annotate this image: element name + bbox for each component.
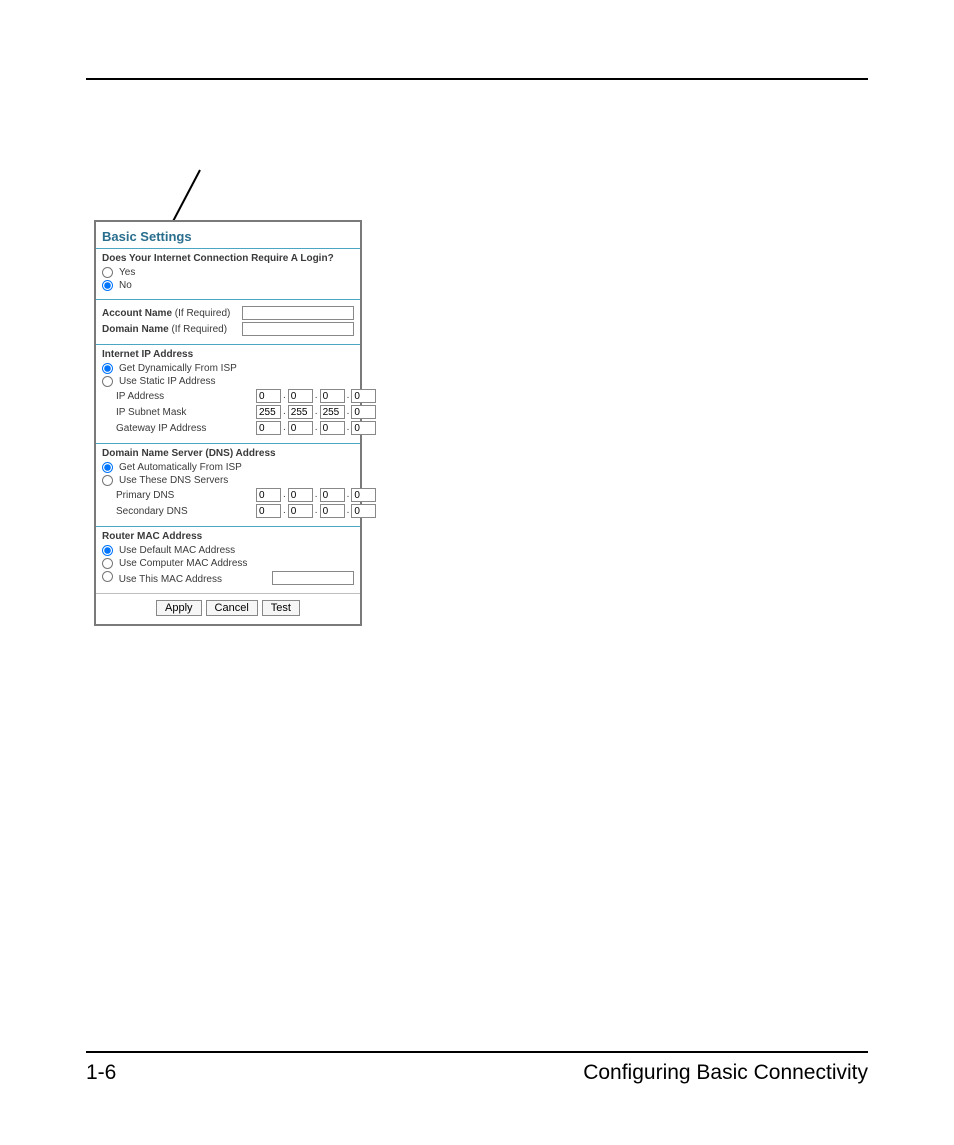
mac-manual-label: Use This MAC Address bbox=[119, 574, 222, 585]
mac-computer-label: Use Computer MAC Address bbox=[119, 558, 247, 569]
primary-dns-o1[interactable] bbox=[256, 488, 281, 502]
gateway-o1[interactable] bbox=[256, 421, 281, 435]
gateway-o2[interactable] bbox=[288, 421, 313, 435]
ip-subnet-label: IP Subnet Mask bbox=[102, 407, 256, 418]
dns-manual-radio[interactable] bbox=[102, 475, 113, 486]
gateway-o3[interactable] bbox=[320, 421, 345, 435]
ip-static-radio[interactable] bbox=[102, 376, 113, 387]
account-section: Account Name (If Required) Domain Name (… bbox=[96, 299, 360, 344]
domain-name-input[interactable] bbox=[242, 322, 354, 336]
button-row: Apply Cancel Test bbox=[96, 593, 360, 624]
test-button[interactable]: Test bbox=[262, 600, 300, 616]
primary-dns-o3[interactable] bbox=[320, 488, 345, 502]
login-question: Does Your Internet Connection Require A … bbox=[102, 253, 354, 264]
primary-dns-input: . . . bbox=[256, 488, 376, 502]
chapter-title: Configuring Basic Connectivity bbox=[583, 1061, 868, 1085]
login-no-label: No bbox=[119, 280, 132, 291]
gateway-o4[interactable] bbox=[351, 421, 376, 435]
ip-dynamic-radio[interactable] bbox=[102, 363, 113, 374]
secondary-dns-o1[interactable] bbox=[256, 504, 281, 518]
ip-subnet-o1[interactable] bbox=[256, 405, 281, 419]
ip-subnet-o4[interactable] bbox=[351, 405, 376, 419]
mac-computer-option[interactable]: Use Computer MAC Address bbox=[102, 558, 247, 569]
ip-dynamic-label: Get Dynamically From ISP bbox=[119, 363, 237, 374]
mac-heading: Router MAC Address bbox=[102, 531, 354, 542]
mac-section: Router MAC Address Use Default MAC Addre… bbox=[96, 526, 360, 593]
dns-auto-option[interactable]: Get Automatically From ISP bbox=[102, 462, 242, 473]
mac-manual-option[interactable]: Use This MAC Address bbox=[102, 571, 272, 585]
ip-address-o1[interactable] bbox=[256, 389, 281, 403]
login-yes-radio[interactable] bbox=[102, 267, 113, 278]
mac-computer-radio[interactable] bbox=[102, 558, 113, 569]
mac-manual-radio[interactable] bbox=[102, 571, 113, 582]
ip-heading: Internet IP Address bbox=[102, 349, 354, 360]
gateway-input: . . . bbox=[256, 421, 376, 435]
page-number: 1-6 bbox=[86, 1061, 116, 1085]
login-no-radio[interactable] bbox=[102, 280, 113, 291]
secondary-dns-input: . . . bbox=[256, 504, 376, 518]
ip-subnet-input: . . . bbox=[256, 405, 376, 419]
dns-manual-label: Use These DNS Servers bbox=[119, 475, 228, 486]
footer-rule bbox=[86, 1051, 868, 1053]
mac-default-label: Use Default MAC Address bbox=[119, 545, 235, 556]
panel-title: Basic Settings bbox=[96, 222, 360, 248]
primary-dns-o2[interactable] bbox=[288, 488, 313, 502]
top-rule bbox=[86, 78, 868, 80]
login-yes-option[interactable]: Yes bbox=[102, 267, 135, 278]
dns-auto-label: Get Automatically From ISP bbox=[119, 462, 242, 473]
ip-static-option[interactable]: Use Static IP Address bbox=[102, 376, 216, 387]
ip-section: Internet IP Address Get Dynamically From… bbox=[96, 344, 360, 443]
ip-address-o2[interactable] bbox=[288, 389, 313, 403]
ip-subnet-o2[interactable] bbox=[288, 405, 313, 419]
secondary-dns-o3[interactable] bbox=[320, 504, 345, 518]
account-name-input[interactable] bbox=[242, 306, 354, 320]
secondary-dns-label: Secondary DNS bbox=[102, 506, 256, 517]
dns-manual-option[interactable]: Use These DNS Servers bbox=[102, 475, 228, 486]
cancel-button[interactable]: Cancel bbox=[206, 600, 258, 616]
dns-heading: Domain Name Server (DNS) Address bbox=[102, 448, 354, 459]
login-yes-label: Yes bbox=[119, 267, 135, 278]
account-name-label: Account Name (If Required) bbox=[102, 308, 242, 319]
ip-address-input: . . . bbox=[256, 389, 376, 403]
ip-subnet-o3[interactable] bbox=[320, 405, 345, 419]
login-section: Does Your Internet Connection Require A … bbox=[96, 248, 360, 299]
ip-address-label: IP Address bbox=[102, 391, 256, 402]
mac-default-option[interactable]: Use Default MAC Address bbox=[102, 545, 235, 556]
gateway-label: Gateway IP Address bbox=[102, 423, 256, 434]
mac-default-radio[interactable] bbox=[102, 545, 113, 556]
secondary-dns-o4[interactable] bbox=[351, 504, 376, 518]
dns-section: Domain Name Server (DNS) Address Get Aut… bbox=[96, 443, 360, 526]
primary-dns-o4[interactable] bbox=[351, 488, 376, 502]
apply-button[interactable]: Apply bbox=[156, 600, 202, 616]
mac-address-input[interactable] bbox=[272, 571, 354, 585]
secondary-dns-o2[interactable] bbox=[288, 504, 313, 518]
basic-settings-panel: Basic Settings Does Your Internet Connec… bbox=[94, 220, 362, 626]
login-no-option[interactable]: No bbox=[102, 280, 132, 291]
ip-dynamic-option[interactable]: Get Dynamically From ISP bbox=[102, 363, 237, 374]
ip-address-o3[interactable] bbox=[320, 389, 345, 403]
primary-dns-label: Primary DNS bbox=[102, 490, 256, 501]
ip-address-o4[interactable] bbox=[351, 389, 376, 403]
domain-name-label: Domain Name (If Required) bbox=[102, 324, 242, 335]
ip-static-label: Use Static IP Address bbox=[119, 376, 216, 387]
dns-auto-radio[interactable] bbox=[102, 462, 113, 473]
